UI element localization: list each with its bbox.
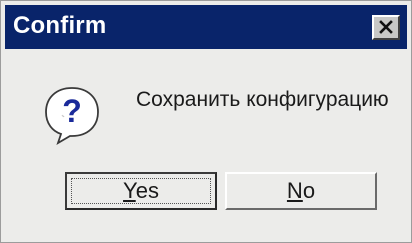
no-button-label: No	[287, 176, 315, 206]
close-icon	[379, 20, 393, 34]
yes-button[interactable]: Yes	[65, 172, 217, 210]
confirm-dialog: Confirm ? Сохранить конфигурацию Yes No	[0, 0, 412, 243]
close-button[interactable]	[372, 15, 400, 40]
yes-mnemonic: Y	[123, 178, 136, 203]
no-button[interactable]: No	[225, 172, 377, 210]
question-icon: ?	[43, 85, 101, 145]
no-label-rest: o	[302, 178, 316, 203]
no-mnemonic: N	[286, 178, 303, 203]
yes-label-rest: es	[135, 178, 159, 203]
title-bar[interactable]: Confirm	[5, 5, 407, 49]
dialog-title: Confirm	[13, 12, 107, 39]
svg-text:?: ?	[62, 93, 82, 129]
yes-button-label: Yes	[123, 176, 159, 206]
confirm-message: Сохранить конфигурацию	[136, 88, 389, 111]
